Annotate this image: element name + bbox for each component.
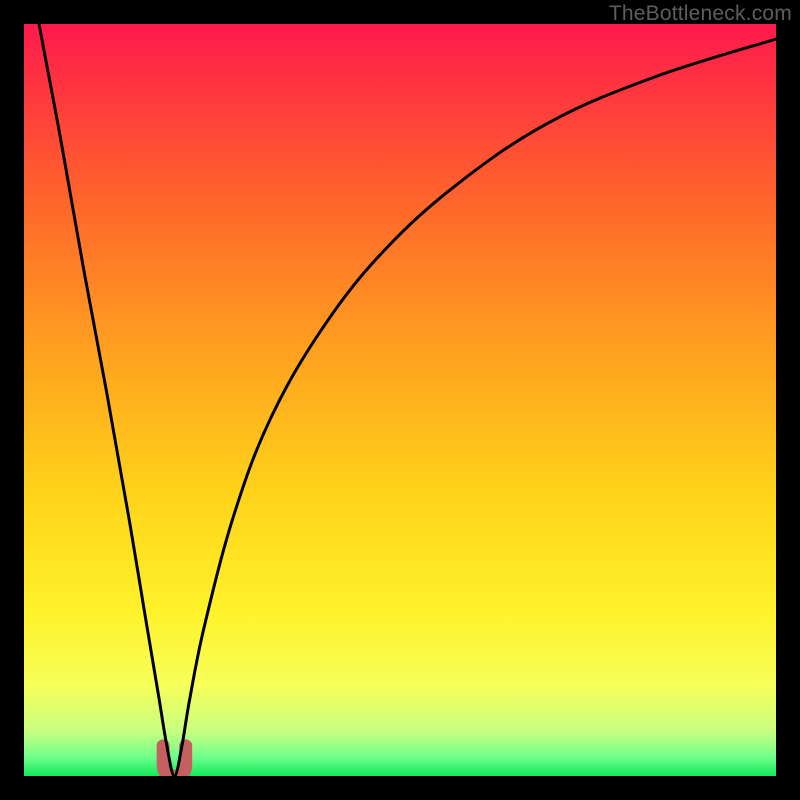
gradient-background — [24, 24, 776, 776]
chart-frame — [24, 24, 776, 776]
watermark-text: TheBottleneck.com — [609, 2, 792, 26]
bottleneck-plot — [24, 24, 776, 776]
